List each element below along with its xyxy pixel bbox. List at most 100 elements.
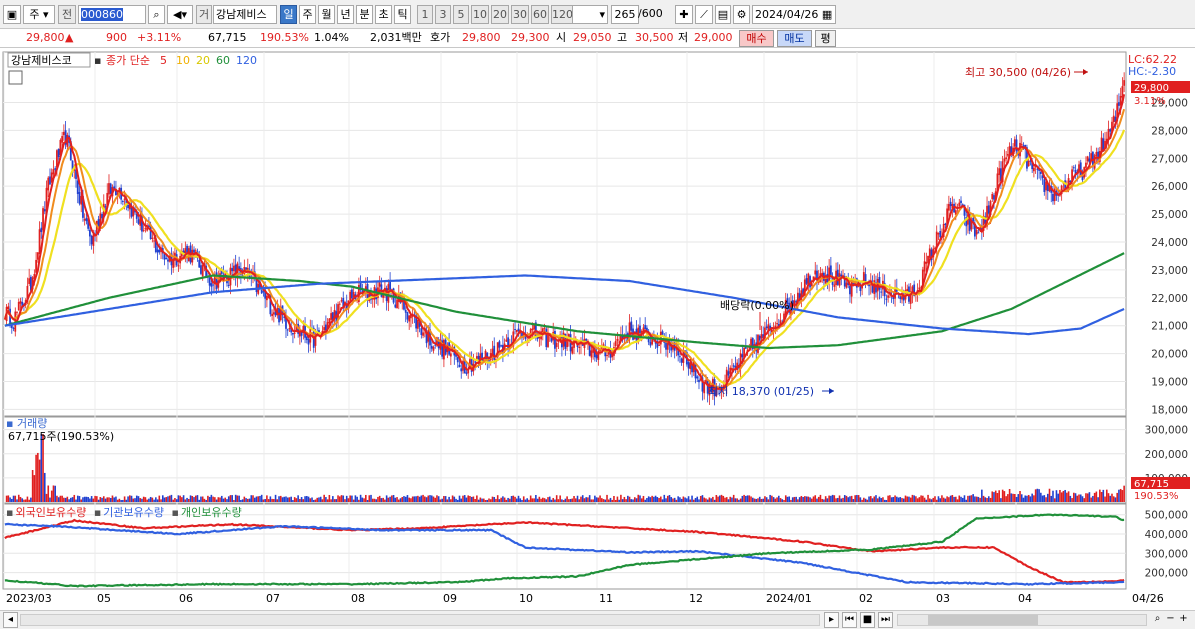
interval-tab-5[interactable]: 5 xyxy=(453,5,469,24)
volume-bar xyxy=(557,499,560,502)
volume-bar xyxy=(767,499,770,502)
volume-bar xyxy=(1086,493,1089,502)
search-icon[interactable]: ⌕ xyxy=(148,5,165,24)
chart-area[interactable]: 29,000 28,000 27,000 26,000 25,000 24,000 23,0… xyxy=(0,50,1195,610)
count-input[interactable]: 265 xyxy=(611,5,639,24)
period-tab-5[interactable]: 초 xyxy=(375,5,392,24)
candle-body xyxy=(993,195,995,200)
stock-name-field[interactable]: 강남제비스 xyxy=(213,5,277,24)
volume-bar xyxy=(418,496,421,502)
volume-bar xyxy=(729,496,732,502)
volume-bar xyxy=(1007,494,1009,502)
layout-icon[interactable]: ▣ xyxy=(3,5,21,24)
volume-bar xyxy=(1099,489,1101,502)
volume-bar xyxy=(585,497,587,502)
volume-bar xyxy=(476,495,478,502)
volume-bar xyxy=(300,497,303,502)
volume-bar xyxy=(495,498,497,502)
volume-bar xyxy=(125,499,128,502)
period-tab-3[interactable]: 년 xyxy=(337,5,354,24)
eval-button[interactable]: 평 xyxy=(815,30,836,47)
market-select[interactable]: 주 ▾ xyxy=(23,5,55,24)
prev-button[interactable]: 전 xyxy=(58,5,76,24)
crosshair-icon[interactable]: ✚ xyxy=(675,5,693,24)
calendar-icon[interactable]: ▦ xyxy=(822,8,832,21)
volume-bar xyxy=(781,499,784,502)
calculator-icon[interactable] xyxy=(8,70,23,85)
volume-bar xyxy=(14,495,17,502)
candle-body xyxy=(449,353,452,357)
candle-body xyxy=(1118,102,1120,106)
volume-bar xyxy=(790,499,792,502)
scroll-left-icon[interactable]: ◂ xyxy=(3,612,18,628)
volume-bar xyxy=(680,498,683,502)
interval-tab-60[interactable]: 60 xyxy=(531,5,549,24)
sell-button[interactable]: 매도 xyxy=(777,30,812,47)
volume-bar xyxy=(661,499,664,502)
period-tab-2[interactable]: 월 xyxy=(318,5,335,24)
volume-bar xyxy=(727,499,730,502)
holdings-tick-3: 200,000 xyxy=(1145,568,1188,580)
volume-bar xyxy=(469,495,471,502)
volume-bar xyxy=(342,495,345,502)
volume-bar xyxy=(710,498,712,502)
volume-bar xyxy=(177,495,180,502)
speaker-icon[interactable]: ◀▾ xyxy=(167,5,193,24)
candle-body xyxy=(394,304,397,308)
interval-tab-1[interactable]: 1 xyxy=(417,5,433,24)
interval-tab-3[interactable]: 3 xyxy=(435,5,451,24)
volume-bar xyxy=(623,496,626,502)
volume-bar xyxy=(78,496,81,502)
volume-bar xyxy=(1062,490,1065,502)
interval-dropdown[interactable]: ▾ xyxy=(571,5,608,24)
period-tab-6[interactable]: 틱 xyxy=(394,5,411,24)
candle-body xyxy=(151,237,154,239)
volume-bar xyxy=(743,494,745,502)
date-input[interactable]: 2024/04/26 ▦ xyxy=(752,5,836,24)
candle-body xyxy=(83,219,86,221)
price-tick-11: 18,000 xyxy=(1151,404,1188,416)
candle-body xyxy=(661,331,664,335)
gear-icon[interactable]: ⚙ xyxy=(733,5,750,24)
volume-bar xyxy=(920,495,922,502)
legend-stock-name: 강남제비스코 xyxy=(11,54,72,67)
volume-bar xyxy=(975,496,978,502)
chart-svg[interactable]: 29,00028,00027,00026,00025,00024,00023,0… xyxy=(0,50,1195,610)
horizontal-scrollbar[interactable] xyxy=(20,614,820,626)
interval-tab-20[interactable]: 20 xyxy=(491,5,509,24)
drawing-icon[interactable]: ⟋ xyxy=(695,5,713,24)
zoom-slider-thumb[interactable] xyxy=(928,615,1038,625)
holdings-legend-institution: 기관보유수량 xyxy=(103,506,164,519)
first-page-icon[interactable]: ⏮ xyxy=(842,612,857,628)
volume-bar xyxy=(981,489,983,502)
query-button[interactable]: 거 xyxy=(196,5,212,24)
volume-bar xyxy=(397,499,400,502)
price-tick-7: 22,000 xyxy=(1151,293,1188,305)
volume-bar xyxy=(916,498,919,502)
stock-code-input[interactable]: 000860 xyxy=(78,5,146,24)
scroll-right-icon[interactable]: ▸ xyxy=(824,612,839,628)
volume-bar xyxy=(375,499,378,502)
interval-tab-30[interactable]: 30 xyxy=(511,5,529,24)
candle-body xyxy=(212,284,215,286)
buy-button[interactable]: 매수 xyxy=(739,30,774,47)
volume-bar xyxy=(588,495,591,502)
period-tab-1[interactable]: 주 xyxy=(299,5,316,24)
volume-bar xyxy=(40,434,43,502)
stop-icon[interactable]: ■ xyxy=(860,612,875,628)
interval-tab-10[interactable]: 10 xyxy=(471,5,489,24)
volume-bar xyxy=(618,499,620,502)
period-tab-4[interactable]: 분 xyxy=(356,5,373,24)
last-page-icon[interactable]: ⏭ xyxy=(878,612,893,628)
candle-body xyxy=(262,291,265,293)
volume-bar xyxy=(871,498,874,502)
interval-tab-120[interactable]: 120 xyxy=(551,5,573,24)
candle-body xyxy=(165,257,168,260)
volume-bar xyxy=(229,495,232,502)
zoom-in-icon[interactable]: + xyxy=(1176,612,1191,628)
volume-bar xyxy=(689,499,692,502)
period-tab-0[interactable]: 일 xyxy=(280,5,297,24)
zoom-slider[interactable] xyxy=(897,614,1147,626)
save-icon[interactable]: ▤ xyxy=(715,5,731,24)
candle-body xyxy=(960,200,962,204)
